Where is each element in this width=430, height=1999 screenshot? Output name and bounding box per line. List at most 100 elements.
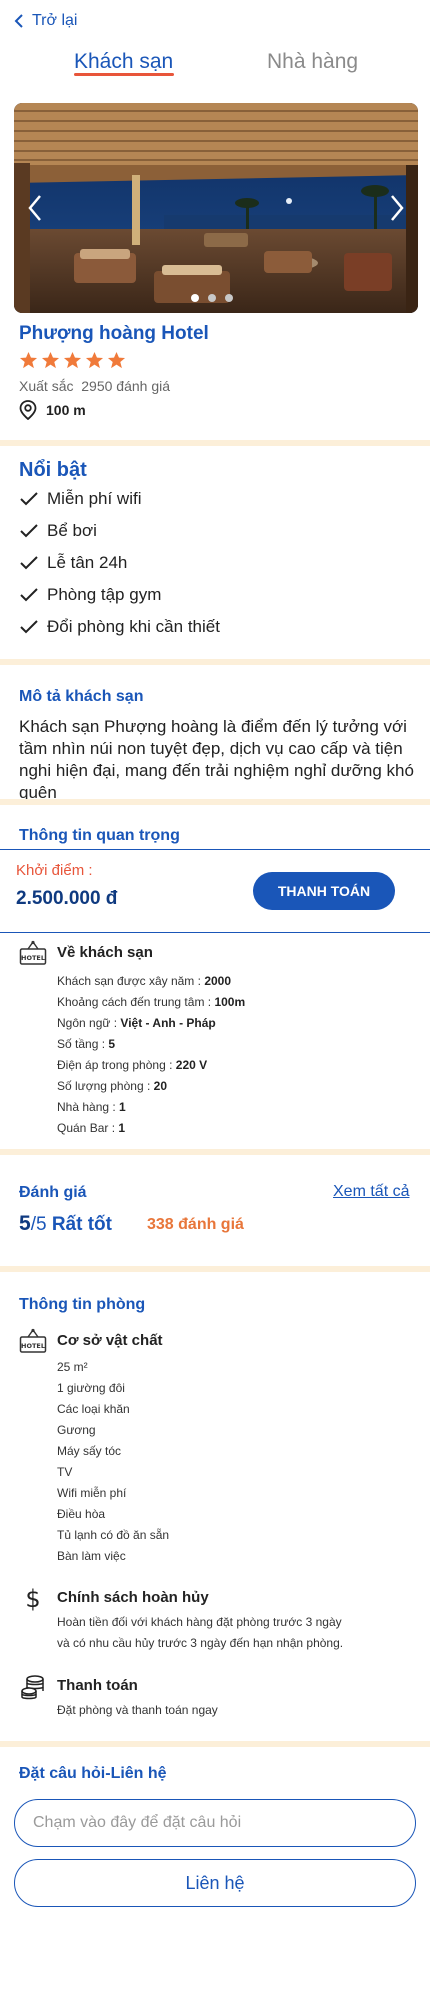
carousel-dot[interactable] xyxy=(191,294,199,302)
facility-item: Gương xyxy=(57,1423,96,1437)
hotel-sign-icon: HOTEL xyxy=(19,1328,47,1353)
about-line: Điện áp trong phòng : 220 V xyxy=(57,1058,207,1072)
check-icon xyxy=(20,524,38,538)
tab-hotel[interactable]: Khách sạn xyxy=(74,50,173,74)
about-line-value: 1 xyxy=(119,1100,126,1114)
about-line-label: Điện áp trong phòng : xyxy=(57,1058,176,1072)
carousel-indicators xyxy=(191,294,233,302)
feature-label: Phòng tập gym xyxy=(47,585,162,604)
pay-button[interactable]: THANH TOÁN xyxy=(253,872,395,910)
about-line: Ngôn ngữ : Việt - Anh - Pháp xyxy=(57,1016,216,1030)
highlights-title: Nổi bật xyxy=(19,459,87,481)
star-icon xyxy=(19,351,38,369)
check-icon xyxy=(20,620,38,634)
svg-text:HOTEL: HOTEL xyxy=(21,954,45,962)
about-hotel-title: Về khách sạn xyxy=(57,944,153,961)
about-line: Quán Bar : 1 xyxy=(57,1121,125,1135)
feature-label: Miễn phí wifi xyxy=(47,489,142,508)
about-line-value: 220 V xyxy=(175,1058,208,1072)
about-line-value: Việt - Anh - Pháp xyxy=(120,1016,216,1030)
about-line-value: 100m xyxy=(214,995,246,1009)
about-line-label: Quán Bar : xyxy=(57,1121,119,1135)
question-input[interactable]: Chạm vào đây để đặt câu hỏi xyxy=(14,1799,416,1847)
about-line: Số lượng phòng : 20 xyxy=(57,1079,167,1093)
score-value: 5 xyxy=(19,1212,31,1235)
important-info-title: Thông tin quan trọng xyxy=(19,827,180,844)
carousel-dot[interactable] xyxy=(225,294,233,302)
section-divider xyxy=(0,440,430,446)
star-rating xyxy=(19,351,126,370)
payment-title: Thanh toán xyxy=(57,1677,138,1694)
rating-summary: Xuất sắc 2950 đánh giá xyxy=(19,378,170,394)
carousel-prev-button[interactable] xyxy=(20,190,50,226)
facility-item: Tủ lạnh có đồ ăn sẵn xyxy=(57,1528,170,1542)
contact-button[interactable]: Liên hệ xyxy=(14,1859,416,1907)
price-label: Khởi điểm : xyxy=(16,862,93,879)
facility-item: Máy sấy tóc xyxy=(57,1444,122,1458)
chevron-right-icon xyxy=(391,195,404,221)
hotel-photo-carousel[interactable] xyxy=(14,103,418,313)
about-line-value: 20 xyxy=(153,1079,167,1093)
chevron-left-icon xyxy=(14,14,23,28)
hotel-photo xyxy=(14,103,418,313)
section-divider xyxy=(0,1149,430,1155)
feature-label: Đổi phòng khi cần thiết xyxy=(47,617,220,636)
facility-item: Bàn làm việc xyxy=(57,1549,126,1563)
see-all-reviews-link[interactable]: Xem tất cả xyxy=(333,1183,409,1201)
about-line-value: 1 xyxy=(118,1121,126,1135)
feature-item: Bể bơi xyxy=(19,521,97,541)
star-icon xyxy=(107,351,126,369)
back-button[interactable]: Trở lại xyxy=(14,10,77,32)
check-icon xyxy=(20,556,38,570)
tab-restaurant[interactable]: Nhà hàng xyxy=(267,50,358,74)
category-tabs: Khách sạn Nhà hàng xyxy=(0,50,430,84)
price-bar: Khởi điểm : 2.500.000 đ THANH TOÁN xyxy=(0,849,430,933)
star-icon xyxy=(63,351,82,369)
reviews-title: Đánh giá xyxy=(19,1184,87,1201)
about-line-label: Số tầng : xyxy=(57,1037,109,1051)
about-line-label: Khoảng cách đến trung tâm : xyxy=(57,995,215,1009)
hotel-name: Phượng hoàng Hotel xyxy=(19,323,209,344)
rating-text: Xuất sắc xyxy=(19,378,74,394)
feature-label: Lễ tân 24h xyxy=(47,553,128,572)
feature-label: Bể bơi xyxy=(47,521,97,540)
room-info-title: Thông tin phòng xyxy=(19,1296,146,1313)
dollar-icon: $ xyxy=(25,1585,40,1613)
description-title: Mô tả khách sạn xyxy=(19,688,144,705)
price-value: 2.500.000 đ xyxy=(16,888,118,909)
facilities-title: Cơ sở vật chất xyxy=(57,1332,163,1349)
check-icon xyxy=(20,588,38,602)
about-line: Khách sạn được xây năm : 2000 xyxy=(57,974,231,988)
facility-item: Wifi miễn phí xyxy=(57,1486,127,1500)
about-line: Nhà hàng : 1 xyxy=(57,1100,126,1114)
hotel-sign-icon: HOTEL xyxy=(19,940,47,965)
review-count: 338 đánh giá xyxy=(147,1216,244,1233)
facility-item: 1 giường đôi xyxy=(57,1381,125,1395)
facility-item: 25 m² xyxy=(57,1360,88,1374)
cancellation-text: Hoàn tiền đối với khách hàng đặt phòng t… xyxy=(57,1615,342,1629)
about-line-value: 5 xyxy=(108,1037,116,1051)
about-line-label: Nhà hàng : xyxy=(57,1100,120,1114)
feature-item: Đổi phòng khi cần thiết xyxy=(19,617,220,637)
about-line-label: Số lượng phòng : xyxy=(57,1079,154,1093)
facility-item: Điều hòa xyxy=(57,1507,106,1521)
section-divider xyxy=(0,659,430,665)
hotel-description: Khách sạn Phượng hoàng là điểm đến lý tư… xyxy=(19,717,414,802)
section-divider xyxy=(0,1741,430,1747)
active-tab-indicator xyxy=(74,73,174,76)
back-label: Trở lại xyxy=(32,12,78,29)
contact-title: Đặt câu hỏi-Liên hệ xyxy=(19,1765,167,1782)
check-icon xyxy=(20,492,38,506)
feature-item: Lễ tân 24h xyxy=(19,553,127,573)
about-line-value: 2000 xyxy=(204,974,232,988)
carousel-next-button[interactable] xyxy=(382,190,412,226)
carousel-dot[interactable] xyxy=(208,294,216,302)
feature-item: Phòng tập gym xyxy=(19,585,161,605)
facility-item: TV xyxy=(57,1465,73,1479)
score-max: /5 xyxy=(30,1214,47,1235)
review-score: 5/5 Rất tốt xyxy=(19,1212,112,1236)
section-divider xyxy=(0,1266,430,1272)
svg-text:$: $ xyxy=(25,1585,40,1613)
feature-item: Miễn phí wifi xyxy=(19,489,141,509)
reviews-count-text: 2950 đánh giá xyxy=(81,378,171,394)
